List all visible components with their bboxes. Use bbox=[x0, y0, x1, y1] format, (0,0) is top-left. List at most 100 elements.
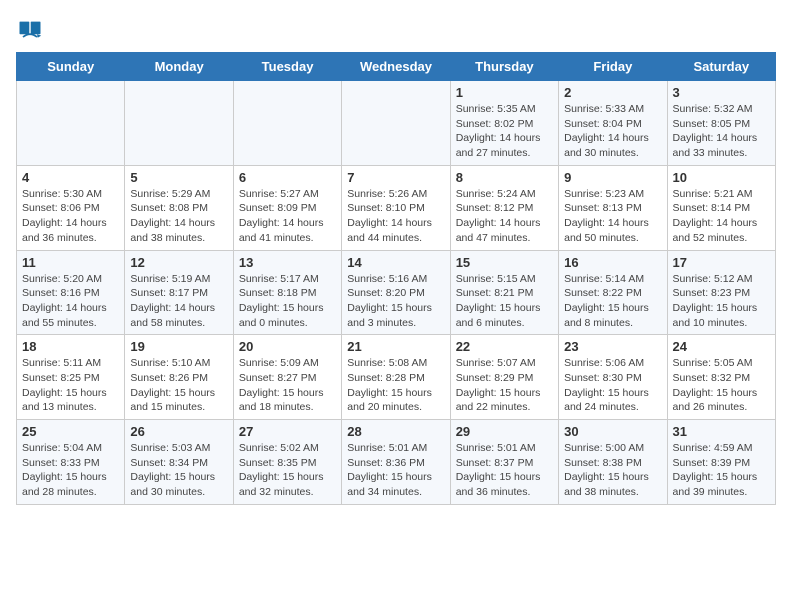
calendar-cell: 7Sunrise: 5:26 AMSunset: 8:10 PMDaylight… bbox=[342, 165, 450, 250]
day-detail: Sunrise: 5:24 AMSunset: 8:12 PMDaylight:… bbox=[456, 187, 553, 246]
day-detail: Sunrise: 5:35 AMSunset: 8:02 PMDaylight:… bbox=[456, 102, 553, 161]
calendar-cell bbox=[342, 81, 450, 166]
calendar-cell: 16 Sunrise: 5:14 AMSunset: 8:22 PMDayligh… bbox=[559, 250, 667, 335]
day-detail: Sunrise: 5:04 AMSunset: 8:33 PMDaylight:… bbox=[22, 441, 119, 500]
calendar-cell: 24 Sunrise: 5:05 AMSunset: 8:32 PMDayligh… bbox=[667, 335, 775, 420]
day-detail: Sunrise: 5:17 AMSunset: 8:18 PMDaylight:… bbox=[239, 272, 336, 331]
calendar-cell: 17 Sunrise: 5:12 AMSunset: 8:23 PMDayligh… bbox=[667, 250, 775, 335]
day-number: 1 bbox=[456, 85, 553, 100]
day-number: 29 bbox=[456, 424, 553, 439]
weekday-header-friday: Friday bbox=[559, 53, 667, 81]
weekday-header-sunday: Sunday bbox=[17, 53, 125, 81]
day-detail: Sunrise: 5:32 AMSunset: 8:05 PMDaylight:… bbox=[673, 102, 770, 161]
day-number: 15 bbox=[456, 255, 553, 270]
day-number: 31 bbox=[673, 424, 770, 439]
calendar-cell: 4 Sunrise: 5:30 AMSunset: 8:06 PMDaylight… bbox=[17, 165, 125, 250]
calendar-cell: 6 Sunrise: 5:27 AMSunset: 8:09 PMDaylight… bbox=[233, 165, 341, 250]
calendar-cell: 26 Sunrise: 5:03 AMSunset: 8:34 PMDayligh… bbox=[125, 420, 233, 505]
logo-icon bbox=[16, 16, 44, 44]
day-number: 24 bbox=[673, 339, 770, 354]
calendar-week-1: 1 Sunrise: 5:35 AMSunset: 8:02 PMDaylight… bbox=[17, 81, 776, 166]
day-number: 19 bbox=[130, 339, 227, 354]
day-number: 18 bbox=[22, 339, 119, 354]
day-number: 21 bbox=[347, 339, 444, 354]
day-number: 17 bbox=[673, 255, 770, 270]
calendar-cell: 15 Sunrise: 5:15 AMSunset: 8:21 PMDayligh… bbox=[450, 250, 558, 335]
calendar-cell: 20 Sunrise: 5:09 AMSunset: 8:27 PMDayligh… bbox=[233, 335, 341, 420]
day-detail: Sunrise: 5:33 AMSunset: 8:04 PMDaylight:… bbox=[564, 102, 661, 161]
day-number: 6 bbox=[239, 170, 336, 185]
logo bbox=[16, 16, 48, 44]
calendar-week-2: 4 Sunrise: 5:30 AMSunset: 8:06 PMDaylight… bbox=[17, 165, 776, 250]
day-number: 5 bbox=[130, 170, 227, 185]
calendar-cell: 22 Sunrise: 5:07 AMSunset: 8:29 PMDayligh… bbox=[450, 335, 558, 420]
day-number: 25 bbox=[22, 424, 119, 439]
day-number: 14 bbox=[347, 255, 444, 270]
day-number: 12 bbox=[130, 255, 227, 270]
calendar-cell: 10 Sunrise: 5:21 AMSunset: 8:14 PMDayligh… bbox=[667, 165, 775, 250]
calendar-cell: 30Sunrise: 5:00 AMSunset: 8:38 PMDayligh… bbox=[559, 420, 667, 505]
calendar-cell: 19Sunrise: 5:10 AMSunset: 8:26 PMDayligh… bbox=[125, 335, 233, 420]
day-detail: Sunrise: 5:16 AMSunset: 8:20 PMDaylight:… bbox=[347, 272, 444, 331]
day-detail: Sunrise: 5:23 AMSunset: 8:13 PMDaylight:… bbox=[564, 187, 661, 246]
day-number: 2 bbox=[564, 85, 661, 100]
day-detail: Sunrise: 5:01 AMSunset: 8:36 PMDaylight:… bbox=[347, 441, 444, 500]
day-detail: Sunrise: 5:07 AMSunset: 8:29 PMDaylight:… bbox=[456, 356, 553, 415]
calendar-cell: 27Sunrise: 5:02 AMSunset: 8:35 PMDayligh… bbox=[233, 420, 341, 505]
calendar-cell: 5 Sunrise: 5:29 AMSunset: 8:08 PMDaylight… bbox=[125, 165, 233, 250]
calendar-cell bbox=[17, 81, 125, 166]
day-detail: Sunrise: 5:20 AMSunset: 8:16 PMDaylight:… bbox=[22, 272, 119, 331]
day-number: 20 bbox=[239, 339, 336, 354]
calendar-cell: 9 Sunrise: 5:23 AMSunset: 8:13 PMDaylight… bbox=[559, 165, 667, 250]
day-detail: Sunrise: 5:27 AMSunset: 8:09 PMDaylight:… bbox=[239, 187, 336, 246]
weekday-header-wednesday: Wednesday bbox=[342, 53, 450, 81]
day-detail: Sunrise: 5:09 AMSunset: 8:27 PMDaylight:… bbox=[239, 356, 336, 415]
calendar-cell: 1 Sunrise: 5:35 AMSunset: 8:02 PMDaylight… bbox=[450, 81, 558, 166]
weekday-header-thursday: Thursday bbox=[450, 53, 558, 81]
calendar-cell: 3 Sunrise: 5:32 AMSunset: 8:05 PMDaylight… bbox=[667, 81, 775, 166]
calendar-cell: 11Sunrise: 5:20 AMSunset: 8:16 PMDayligh… bbox=[17, 250, 125, 335]
day-detail: Sunrise: 5:05 AMSunset: 8:32 PMDaylight:… bbox=[673, 356, 770, 415]
day-number: 30 bbox=[564, 424, 661, 439]
day-number: 13 bbox=[239, 255, 336, 270]
day-detail: Sunrise: 5:21 AMSunset: 8:14 PMDaylight:… bbox=[673, 187, 770, 246]
day-detail: Sunrise: 5:08 AMSunset: 8:28 PMDaylight:… bbox=[347, 356, 444, 415]
calendar-cell: 2 Sunrise: 5:33 AMSunset: 8:04 PMDaylight… bbox=[559, 81, 667, 166]
day-number: 4 bbox=[22, 170, 119, 185]
day-number: 26 bbox=[130, 424, 227, 439]
day-detail: Sunrise: 5:19 AMSunset: 8:17 PMDaylight:… bbox=[130, 272, 227, 331]
day-detail: Sunrise: 5:02 AMSunset: 8:35 PMDaylight:… bbox=[239, 441, 336, 500]
weekday-header-tuesday: Tuesday bbox=[233, 53, 341, 81]
calendar-cell: 25 Sunrise: 5:04 AMSunset: 8:33 PMDayligh… bbox=[17, 420, 125, 505]
calendar-cell: 29Sunrise: 5:01 AMSunset: 8:37 PMDayligh… bbox=[450, 420, 558, 505]
day-number: 8 bbox=[456, 170, 553, 185]
day-number: 10 bbox=[673, 170, 770, 185]
day-detail: Sunrise: 5:06 AMSunset: 8:30 PMDaylight:… bbox=[564, 356, 661, 415]
calendar-cell: 14 Sunrise: 5:16 AMSunset: 8:20 PMDayligh… bbox=[342, 250, 450, 335]
day-number: 9 bbox=[564, 170, 661, 185]
calendar-cell: 31Sunrise: 4:59 AMSunset: 8:39 PMDayligh… bbox=[667, 420, 775, 505]
day-number: 3 bbox=[673, 85, 770, 100]
calendar-cell bbox=[125, 81, 233, 166]
day-detail: Sunrise: 5:15 AMSunset: 8:21 PMDaylight:… bbox=[456, 272, 553, 331]
day-detail: Sunrise: 5:03 AMSunset: 8:34 PMDaylight:… bbox=[130, 441, 227, 500]
page-header bbox=[16, 16, 776, 44]
calendar-week-5: 25 Sunrise: 5:04 AMSunset: 8:33 PMDayligh… bbox=[17, 420, 776, 505]
day-number: 22 bbox=[456, 339, 553, 354]
day-number: 23 bbox=[564, 339, 661, 354]
calendar-cell: 13 Sunrise: 5:17 AMSunset: 8:18 PMDayligh… bbox=[233, 250, 341, 335]
day-number: 7 bbox=[347, 170, 444, 185]
calendar-cell: 18Sunrise: 5:11 AMSunset: 8:25 PMDayligh… bbox=[17, 335, 125, 420]
day-number: 16 bbox=[564, 255, 661, 270]
day-detail: Sunrise: 5:14 AMSunset: 8:22 PMDaylight:… bbox=[564, 272, 661, 331]
calendar-cell: 23 Sunrise: 5:06 AMSunset: 8:30 PMDayligh… bbox=[559, 335, 667, 420]
weekday-header-row: SundayMondayTuesdayWednesdayThursdayFrid… bbox=[17, 53, 776, 81]
calendar-cell: 12 Sunrise: 5:19 AMSunset: 8:17 PMDayligh… bbox=[125, 250, 233, 335]
day-detail: Sunrise: 5:29 AMSunset: 8:08 PMDaylight:… bbox=[130, 187, 227, 246]
weekday-header-monday: Monday bbox=[125, 53, 233, 81]
day-detail: Sunrise: 5:12 AMSunset: 8:23 PMDaylight:… bbox=[673, 272, 770, 331]
calendar-table: SundayMondayTuesdayWednesdayThursdayFrid… bbox=[16, 52, 776, 505]
calendar-week-3: 11Sunrise: 5:20 AMSunset: 8:16 PMDayligh… bbox=[17, 250, 776, 335]
day-detail: Sunrise: 5:30 AMSunset: 8:06 PMDaylight:… bbox=[22, 187, 119, 246]
calendar-cell: 28Sunrise: 5:01 AMSunset: 8:36 PMDayligh… bbox=[342, 420, 450, 505]
